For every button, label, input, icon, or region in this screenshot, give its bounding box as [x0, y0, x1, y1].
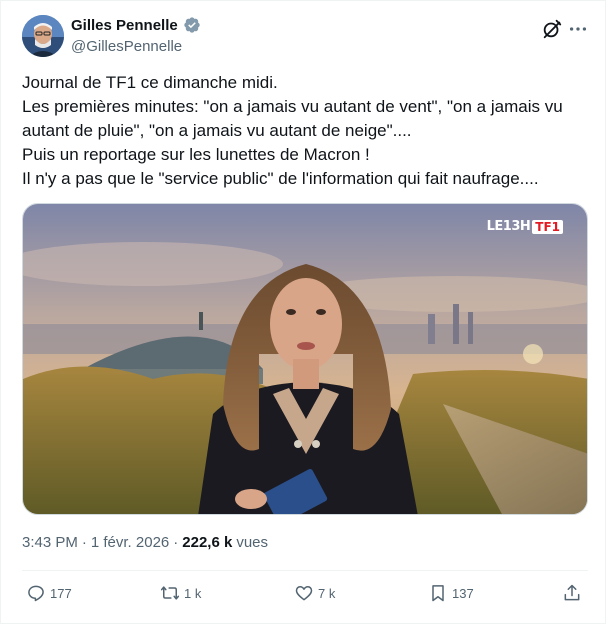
tweet-text: Journal de TF1 ce dimanche midi. Les pre…: [22, 71, 592, 191]
tweet-card: Gilles Pennelle @GillesPennelle Journal …: [0, 0, 606, 624]
bookmark-icon: [432, 585, 444, 602]
more-options-icon[interactable]: [567, 18, 589, 40]
broadcast-logo: LE13H TF1: [487, 219, 563, 234]
repost-button[interactable]: 1 k: [160, 583, 201, 603]
tweet-text-line: Puis un reportage sur les lunettes de Ma…: [22, 145, 370, 164]
repost-count: 1 k: [184, 585, 202, 601]
meta-separator: ·: [173, 534, 179, 551]
tweet-text-line: Il n'y a pas que le "service public" de …: [22, 169, 539, 188]
like-button[interactable]: 7 k: [294, 583, 335, 603]
tweet-text-line: Journal de TF1 ce dimanche midi.: [22, 73, 278, 92]
channel-logo-text: TF1: [532, 219, 563, 234]
bookmark-count: 137: [452, 585, 474, 601]
meta-separator: ·: [81, 534, 87, 551]
tweet-media-image[interactable]: LE13H TF1: [22, 203, 588, 515]
tweet-text-line: autant de pluie", "on a jamais vu autant…: [22, 121, 412, 140]
verified-badge-icon[interactable]: [183, 16, 201, 34]
share-button[interactable]: [562, 583, 582, 603]
tweet-text-line: Les premières minutes: "on a jamais vu a…: [22, 97, 563, 116]
divider: [22, 570, 588, 571]
heart-icon: [295, 586, 313, 601]
author-handle[interactable]: @GillesPennelle: [71, 38, 182, 55]
views-label: vues: [236, 534, 269, 551]
views-count: 222,6 k: [182, 534, 233, 551]
grok-icon[interactable]: [541, 18, 563, 40]
avatar[interactable]: [22, 15, 64, 57]
bookmark-button[interactable]: 137: [428, 583, 474, 603]
reply-button[interactable]: 177: [26, 583, 72, 603]
tweet-date[interactable]: 1 févr. 2026: [91, 534, 169, 551]
reply-icon: [28, 585, 44, 602]
tweet-meta: 3:43 PM · 1 févr. 2026 · 222,6 k vues: [22, 534, 268, 551]
reply-count: 177: [50, 585, 72, 601]
tweet-time[interactable]: 3:43 PM: [22, 534, 78, 551]
author-name-row: Gilles Pennelle: [71, 16, 201, 34]
show-logo-text: LE13H: [486, 219, 531, 234]
author-display-name[interactable]: Gilles Pennelle: [71, 17, 178, 34]
repost-icon: [160, 586, 180, 600]
action-bar: 177 1 k 7 k 137: [22, 581, 588, 611]
share-icon: [564, 584, 580, 601]
like-count: 7 k: [318, 585, 336, 601]
